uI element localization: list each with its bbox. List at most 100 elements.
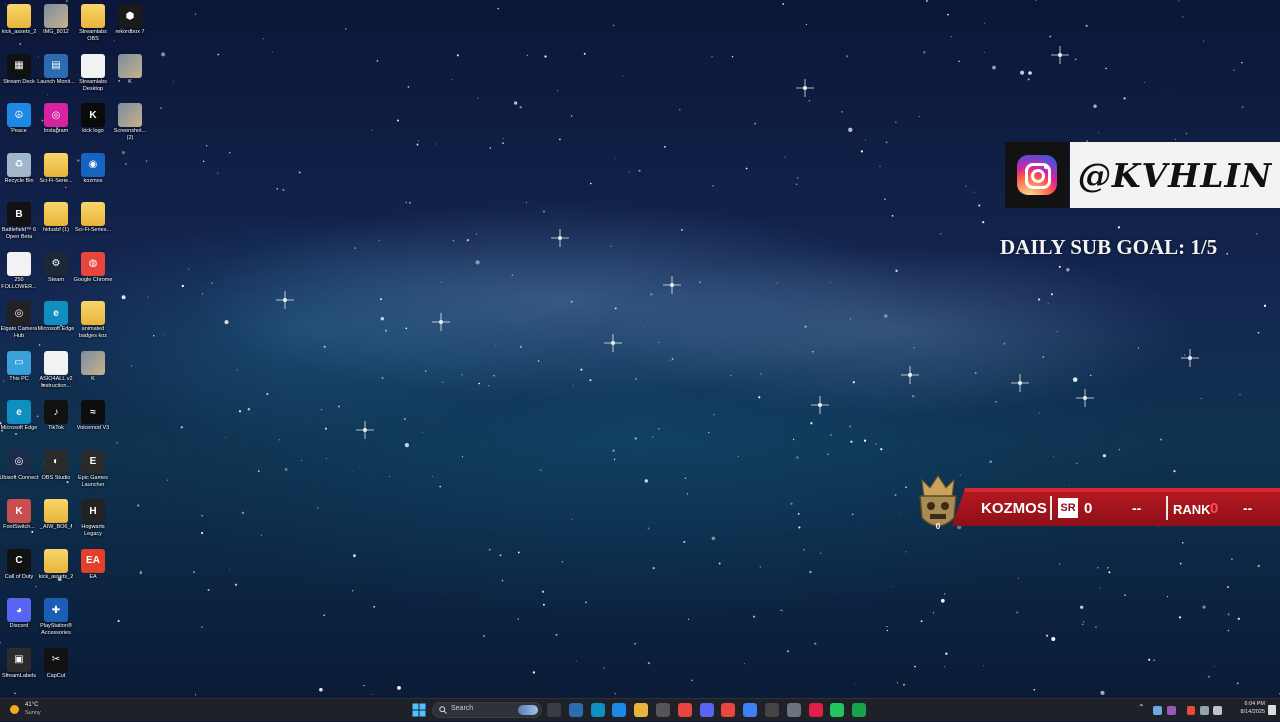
- instagram-logo-box: [1005, 142, 1069, 208]
- tray-app-icon[interactable]: [1167, 706, 1176, 715]
- desktop-icon[interactable]: ≈ Voicemod V3: [73, 400, 113, 432]
- desktop-icon[interactable]: ⚙ Steam: [36, 251, 76, 284]
- tray-app-icon[interactable]: [1187, 706, 1195, 715]
- desktop-icon[interactable]: ♻ Recycle Bin: [0, 152, 39, 185]
- desktop-icon[interactable]: animated badges koz: [73, 301, 113, 340]
- desktop-icon[interactable]: _AIW_BO6_f: [36, 499, 76, 531]
- desktop-icon[interactable]: K: [73, 350, 113, 383]
- taskbar-app-icon[interactable]: [590, 703, 605, 717]
- app-icon: e: [7, 400, 31, 424]
- desktop-icon[interactable]: B Battlefield™ 6 Open Beta: [0, 202, 39, 241]
- desktop-icon[interactable]: E Epic Games Launcher: [73, 449, 113, 489]
- tray-chevron-icon[interactable]: ⌃: [1138, 704, 1145, 712]
- desktop-icon-label: Sci-Fi-Serie...: [39, 177, 73, 184]
- desktop-icon-label: Streamlabs Desktop: [79, 78, 107, 92]
- taskbar-app-icon[interactable]: [677, 703, 692, 717]
- desktop-icon[interactable]: kick_assets_2: [0, 4, 39, 36]
- desktop-icon[interactable]: ▤ Launch Monit...: [36, 53, 76, 86]
- volume-icon[interactable]: [1213, 706, 1222, 715]
- desktop-icon-label: Call of Duty: [4, 573, 34, 580]
- desktop-icon[interactable]: EA EA: [73, 548, 113, 581]
- taskbar-app-icon[interactable]: [634, 703, 649, 717]
- taskbar-app-icon[interactable]: [699, 703, 714, 717]
- rank-label: RANK: [1173, 502, 1211, 517]
- taskbar-app-icon[interactable]: [656, 703, 670, 717]
- desktop-icon[interactable]: Screenshot... (2): [110, 103, 150, 142]
- taskbar-app-icon[interactable]: [612, 703, 627, 717]
- folder-icon: [7, 4, 31, 28]
- desktop-icon[interactable]: Sci-Fi-Serie...: [36, 152, 76, 185]
- desktop-icon[interactable]: ◎ Instagram: [36, 103, 76, 135]
- desktop-icon[interactable]: ▣ StreamLabels: [0, 647, 39, 680]
- tray-app-icon[interactable]: [1153, 706, 1162, 715]
- app-icon: ◎: [7, 449, 31, 474]
- network-icon[interactable]: [1200, 706, 1209, 715]
- desktop-icon[interactable]: C Call of Duty: [0, 548, 39, 581]
- taskbar-app-icon[interactable]: [568, 703, 583, 717]
- desktop-icon[interactable]: ⬢ rekordbox 7: [110, 4, 150, 36]
- desktop-icon[interactable]: K: [110, 53, 150, 86]
- desktop-icon[interactable]: hidusbf (1): [36, 202, 76, 234]
- desktop-icon-label: Recycle Bin: [4, 177, 34, 184]
- sun-icon: [10, 705, 19, 714]
- desktop-icon[interactable]: e Microsoft Edge: [0, 400, 39, 432]
- desktop-icon[interactable]: ◐ OBS Studio: [36, 449, 76, 482]
- app-icon: ◎: [44, 103, 68, 127]
- clock[interactable]: 6:04 PM 8/14/2025: [1225, 701, 1265, 719]
- desktop-icon[interactable]: ◕ Discord: [0, 598, 39, 630]
- instagram-handle: @KVHLIN: [1077, 155, 1273, 195]
- desktop-icon[interactable]: ♪ TikTok: [36, 400, 76, 432]
- sr-badge: SR: [1058, 498, 1078, 518]
- desktop-icon-label: Steam: [48, 276, 64, 283]
- desktop-icon[interactable]: ◎ Ubisoft Connect: [0, 449, 39, 482]
- desktop-icon[interactable]: 250 FOLLOWER...: [0, 251, 39, 291]
- desktop-icon[interactable]: ASIO4ALL v2 Instruction...: [36, 350, 76, 390]
- windows-icon: [412, 703, 426, 717]
- rank-value: 0: [1210, 500, 1219, 517]
- desktop-icon[interactable]: ◉ kozmos: [73, 152, 113, 185]
- desktop-icon[interactable]: Kkick logo: [73, 103, 113, 135]
- desktop-icon[interactable]: ✚ PlayStation® Accessories: [36, 598, 76, 637]
- desktop-icon[interactable]: ◎ Elgato Camera Hub: [0, 301, 39, 340]
- app-icon: ▤: [44, 53, 68, 78]
- start-button[interactable]: [412, 703, 426, 717]
- desktop-icon[interactable]: ☮ Peace: [0, 103, 39, 135]
- desktop-icon-label: StreamLabels: [2, 672, 36, 679]
- taskbar-app-icon[interactable]: [830, 703, 845, 717]
- clock-time: 6:04 PM: [1244, 701, 1265, 707]
- desktop-icon[interactable]: ▭ This PC: [0, 350, 39, 383]
- desktop-icon[interactable]: Sci-Fi-Series...: [73, 202, 113, 234]
- divider: [1166, 496, 1168, 520]
- taskbar-app-icon[interactable]: [786, 703, 801, 717]
- image-icon: [44, 4, 68, 28]
- app-icon: ♪: [44, 400, 68, 424]
- desktop-icon[interactable]: IMG_8012: [36, 4, 76, 36]
- desktop-icon[interactable]: H Hogwarts Legacy: [73, 499, 113, 538]
- taskbar-app-icon[interactable]: [721, 703, 736, 717]
- notification-icon[interactable]: [1268, 705, 1276, 715]
- folder-icon: [81, 202, 105, 226]
- taskbar-app-icon[interactable]: [743, 703, 758, 717]
- taskbar-app-icon[interactable]: [547, 703, 561, 717]
- app-icon: EA: [81, 548, 105, 573]
- taskbar-app-icon[interactable]: [808, 703, 823, 717]
- desktop-icon[interactable]: Streamlabs OBS: [73, 4, 113, 43]
- taskbar-app-icon[interactable]: [765, 703, 779, 717]
- weather-widget[interactable]: 41°C Sunny: [8, 702, 58, 718]
- desktop-icon[interactable]: Streamlabs Desktop: [73, 53, 113, 93]
- desktop-icon[interactable]: kick_assets_2: [36, 548, 76, 581]
- instagram-overlay: @KVHLIN: [1005, 142, 1280, 208]
- desktop-icon[interactable]: ✂ CapCut: [36, 647, 76, 680]
- desktop-icon[interactable]: e Microsoft Edge: [36, 301, 76, 333]
- app-icon: ▣: [7, 647, 31, 672]
- instagram-handle-box: @KVHLIN: [1070, 142, 1280, 208]
- app-icon: ◐: [44, 449, 68, 474]
- desktop-icon[interactable]: ◍ Google Chrome: [73, 251, 113, 284]
- sr-value: 0: [1084, 500, 1093, 517]
- desktop-icon[interactable]: ▦ Stream Deck: [0, 53, 39, 86]
- desktop-icon-label: This PC: [9, 375, 29, 382]
- taskbar-search[interactable]: Search: [432, 702, 542, 718]
- desktop-icon[interactable]: K FootSwitch...: [0, 499, 39, 531]
- image-icon: [81, 350, 105, 375]
- taskbar-app-icon[interactable]: [852, 703, 867, 717]
